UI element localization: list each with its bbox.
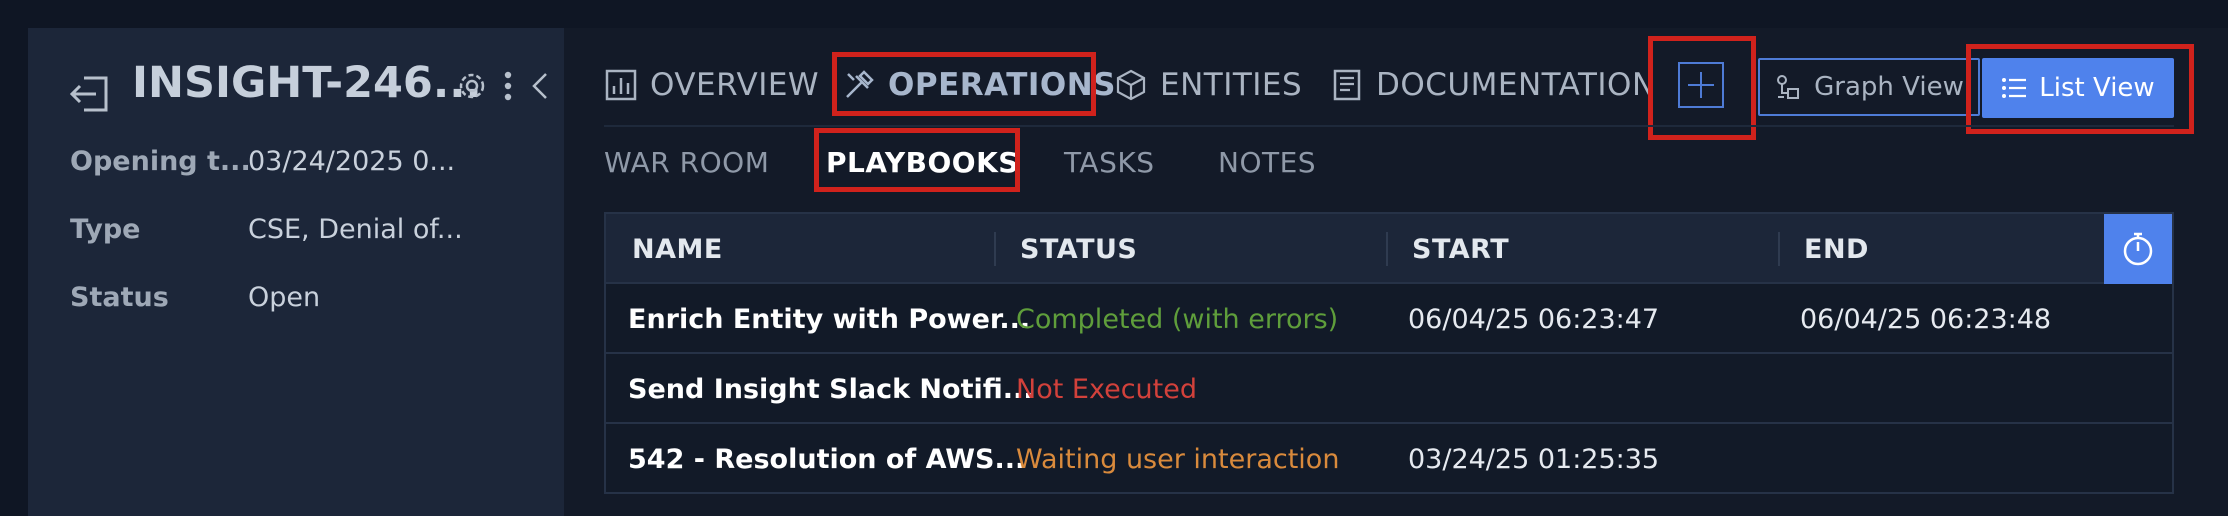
graph-view-button[interactable]: Graph View (1758, 58, 1980, 116)
tab-entities[interactable]: ENTITIES (1114, 60, 1302, 110)
tab-label: DOCUMENTATION (1376, 67, 1656, 103)
column-header-start[interactable]: START (1412, 214, 1509, 284)
playbooks-table: NAME STATUS START END Enrich Entity with… (604, 212, 2174, 494)
document-icon (1333, 69, 1361, 101)
incident-info-panel: INSIGHT-246... Opening t... 03/24/2025 0… (28, 28, 564, 516)
timer-button[interactable] (2104, 214, 2172, 284)
chart-icon (605, 69, 637, 101)
tab-documentation[interactable]: DOCUMENTATION (1330, 60, 1656, 110)
field-label: Status (70, 282, 169, 313)
field-value: Open (248, 282, 321, 313)
subtab-war-room[interactable]: WAR ROOM (604, 146, 769, 182)
field-status: Status Open (70, 282, 540, 322)
cell-start: 06/04/25 06:23:47 (1408, 303, 1660, 335)
subtab-notes[interactable]: NOTES (1218, 146, 1316, 182)
column-header-name[interactable]: NAME (632, 214, 723, 284)
table-row[interactable]: Send Insight Slack Notifi... Not Execute… (606, 354, 2172, 424)
subtab-tasks[interactable]: TASKS (1064, 146, 1155, 182)
column-separator[interactable] (1778, 232, 1780, 266)
column-header-end[interactable]: END (1804, 214, 1869, 284)
highlight-playbooks (814, 128, 1020, 192)
field-value: 03/24/2025 0... (248, 146, 456, 177)
graph-view-label: Graph View (1814, 72, 1964, 102)
tab-label: OVERVIEW (650, 67, 820, 103)
highlight-list-view (1966, 44, 2194, 134)
cell-name: 542 - Resolution of AWS... (628, 443, 1026, 475)
cell-status: Waiting user interaction (1016, 443, 1340, 475)
field-label: Opening t... (70, 146, 251, 177)
column-separator[interactable] (1386, 232, 1388, 266)
field-type: Type CSE, Denial of... (70, 214, 540, 254)
cell-end: 06/04/25 06:23:48 (1800, 303, 2052, 335)
cell-name: Enrich Entity with Power... (628, 303, 1031, 335)
field-label: Type (70, 214, 141, 245)
cell-start: 03/24/25 01:25:35 (1408, 443, 1660, 475)
collapse-chevron-icon[interactable] (528, 70, 552, 102)
cell-status: Not Executed (1016, 373, 1197, 405)
incident-title: INSIGHT-246... (132, 58, 482, 108)
cell-name: Send Insight Slack Notifi... (628, 373, 1034, 405)
tab-label: ENTITIES (1160, 67, 1303, 103)
exit-icon[interactable] (68, 72, 112, 116)
cube-icon (1116, 69, 1146, 101)
kebab-menu-icon[interactable] (502, 70, 514, 102)
graph-icon (1777, 75, 1800, 99)
table-header: NAME STATUS START END (606, 214, 2172, 284)
highlight-operations (832, 52, 1096, 116)
stopwatch-icon (2123, 232, 2153, 266)
field-value: CSE, Denial of... (248, 214, 463, 245)
cell-status: Completed (with errors) (1016, 303, 1339, 335)
column-header-status[interactable]: STATUS (1020, 214, 1137, 284)
gear-icon[interactable] (456, 70, 488, 102)
tabs-divider (604, 125, 2174, 127)
tab-overview[interactable]: OVERVIEW (604, 60, 819, 110)
table-row[interactable]: Enrich Entity with Power... Completed (w… (606, 284, 2172, 354)
column-separator[interactable] (994, 232, 996, 266)
field-opening-time: Opening t... 03/24/2025 0... (70, 146, 540, 186)
table-row[interactable]: 542 - Resolution of AWS... Waiting user … (606, 424, 2172, 494)
